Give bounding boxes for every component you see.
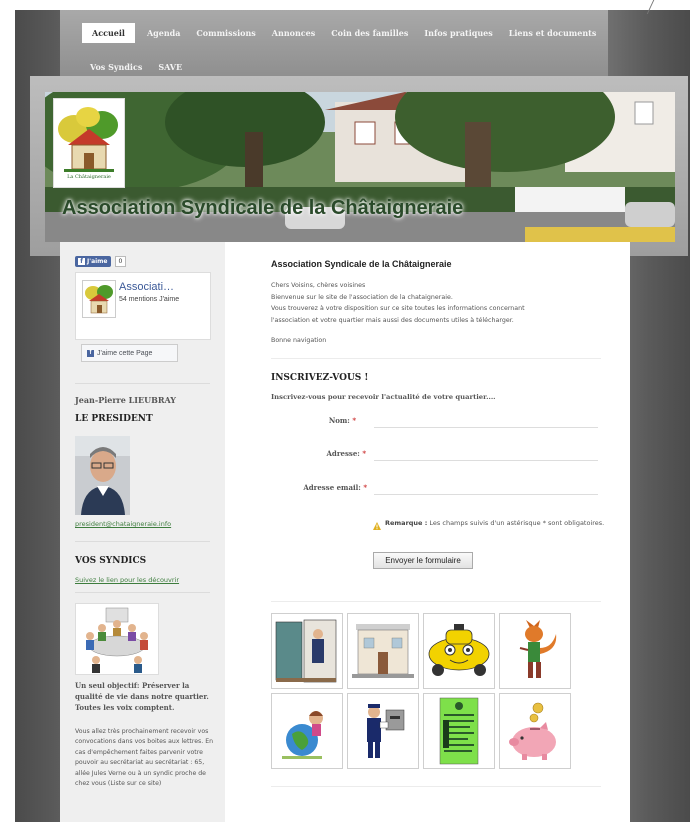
intro-text: Chers Voisins, chères voisines Bienvenue…	[271, 280, 525, 326]
intro-line: Chers Voisins, chères voisines	[271, 282, 366, 289]
gallery-item-piggy-bank[interactable]	[499, 693, 571, 769]
president-photo	[75, 436, 130, 515]
address-label-text: Adresse:	[326, 449, 360, 458]
signup-heading: INSCRIVEZ-VOUS !	[271, 373, 369, 383]
meeting-illustration	[75, 603, 159, 675]
facebook-page-name[interactable]: Associati…	[119, 281, 174, 293]
facebook-like-label: J'aime	[87, 258, 108, 265]
divider	[75, 592, 210, 593]
divider	[75, 383, 210, 384]
main-navigation: Accueil Agenda Commissions Annonces Coin…	[60, 10, 608, 76]
gallery-item-taxi[interactable]	[423, 613, 495, 689]
syndics-heading: VOS SYNDICS	[75, 556, 147, 566]
objective-text: Un seul objectif: Préserver la qualité d…	[75, 681, 209, 712]
submit-form-button[interactable]: Envoyer le formulaire	[373, 552, 473, 569]
name-field[interactable]	[374, 413, 598, 428]
logo-caption: La Châtaigneraie	[67, 174, 111, 180]
facebook-like-count: 0	[114, 256, 127, 267]
gallery-item-building[interactable]	[347, 613, 419, 689]
nav-item-agenda[interactable]: Agenda	[139, 23, 188, 43]
president-name: Jean-Pierre LIEUBRAY	[75, 395, 177, 405]
nav-item-infos-pratiques[interactable]: Infos pratiques	[416, 23, 500, 43]
intro-sign: Bonne navigation	[271, 337, 327, 344]
form-remark: Remarque : Les champs suivis d'un astéri…	[385, 518, 605, 529]
gallery-item-flyer[interactable]	[423, 693, 495, 769]
nav-row-2: Vos Syndics SAVE	[82, 58, 190, 76]
divider	[75, 541, 210, 542]
facebook-icon: f	[78, 258, 85, 265]
facebook-icon: f	[87, 349, 94, 357]
nav-item-liens-et-documents[interactable]: Liens et documents	[501, 23, 605, 43]
gallery-item-earth-girl[interactable]	[271, 693, 343, 769]
syndics-link[interactable]: Suivez le lien pour les découvrir	[75, 576, 179, 584]
required-mark: *	[363, 483, 367, 492]
facebook-like-button[interactable]: f J'aime	[75, 256, 111, 267]
intro-line: Vous trouverez à votre disposition sur c…	[271, 305, 525, 312]
president-heading: LE PRESIDENT	[75, 414, 153, 424]
facebook-like-widget: f J'aime 0	[75, 256, 127, 267]
signup-subheading: Inscrivez-vous pour recevoir l'actualité…	[271, 393, 496, 401]
intro-line: Bienvenue sur le site de l'association d…	[271, 293, 453, 301]
president-email-link[interactable]: president@chataigneraie.info	[75, 520, 171, 528]
site-title: Association Syndicale de la Châtaignerai…	[62, 197, 464, 219]
divider	[271, 786, 601, 787]
facebook-page-thumbnail[interactable]	[82, 280, 116, 318]
gallery-item-fox[interactable]	[499, 613, 571, 689]
email-label-text: Adresse email:	[303, 483, 361, 492]
name-label-text: Nom:	[328, 416, 350, 425]
address-label: Adresse: *	[266, 449, 367, 458]
facebook-page-likes: 54 mentions J'aime	[119, 296, 180, 303]
remark-label: Remarque :	[385, 519, 428, 527]
email-field[interactable]	[374, 480, 598, 495]
required-mark: *	[352, 416, 356, 425]
divider	[271, 601, 601, 602]
email-label: Adresse email: *	[267, 483, 367, 492]
nav-item-accueil[interactable]: Accueil	[82, 23, 135, 43]
site-logo[interactable]: La Châtaigneraie	[53, 98, 125, 188]
name-label: Nom: *	[256, 416, 356, 425]
address-field[interactable]	[374, 446, 598, 461]
intro-line: l'association et votre quartier mais aus…	[271, 316, 514, 324]
divider	[271, 358, 601, 359]
nav-item-coin-des-familles[interactable]: Coin des familles	[323, 23, 416, 43]
page-title: Association Syndicale de la Châtaignerai…	[271, 259, 452, 269]
warning-icon	[373, 522, 381, 530]
convocation-text: Vous allez très prochainement recevoir v…	[75, 728, 214, 788]
remark-text: Les champs suivis d'un astérisque * sont…	[429, 519, 605, 527]
facebook-like-page-label: J'aime cette Page	[97, 349, 153, 357]
nav-row-1: Accueil Agenda Commissions Annonces Coin…	[82, 23, 604, 43]
nav-item-annonces[interactable]: Annonces	[264, 23, 323, 43]
nav-item-save[interactable]: SAVE	[150, 58, 190, 76]
nav-item-commissions[interactable]: Commissions	[188, 23, 263, 43]
required-mark: *	[362, 449, 366, 458]
nav-item-vos-syndics[interactable]: Vos Syndics	[82, 58, 150, 76]
facebook-like-page-button[interactable]: f J'aime cette Page	[81, 344, 178, 362]
gallery-item-door[interactable]	[271, 613, 343, 689]
gallery-item-postman[interactable]	[347, 693, 419, 769]
